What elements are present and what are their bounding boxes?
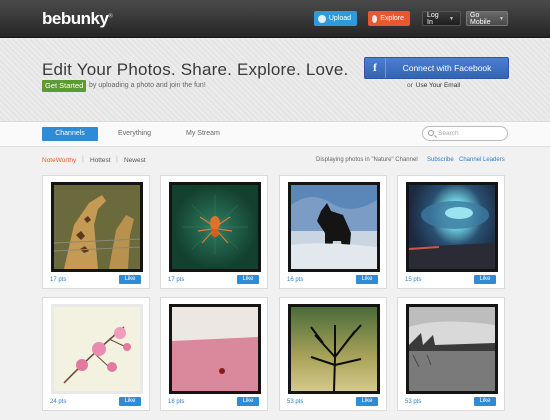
subscribe-link[interactable]: Subscribe xyxy=(427,157,454,163)
giraffe-photo[interactable] xyxy=(51,182,143,272)
filter-noteworthy[interactable]: NoteWorthy xyxy=(42,157,76,164)
beach-photo[interactable] xyxy=(169,304,261,394)
tab-everything[interactable]: Everything xyxy=(118,127,151,141)
points-label: 15 pts xyxy=(405,277,422,283)
upload-button[interactable]: Upload xyxy=(314,11,357,26)
photo-card[interactable]: 15 pts Like xyxy=(397,175,505,289)
photo-card[interactable]: 17 pts Like xyxy=(160,175,268,289)
points-label: 18 pts xyxy=(168,399,185,405)
get-started-badge[interactable]: Get Started xyxy=(42,80,87,92)
points-label: 53 pts xyxy=(405,399,422,405)
flower-photo[interactable] xyxy=(51,304,143,394)
divider: | xyxy=(116,156,118,163)
page-headline: Edit Your Photos. Share. Explore. Love. xyxy=(42,60,349,79)
compass-icon xyxy=(372,14,378,23)
upload-label: Upload xyxy=(328,15,351,22)
logo-text: bebunky xyxy=(42,9,109,28)
cloud-upload-icon xyxy=(318,14,326,23)
like-button[interactable]: Like xyxy=(237,275,259,284)
chevron-down-icon: ▼ xyxy=(499,15,504,22)
tab-channels[interactable]: Channels xyxy=(42,127,98,141)
login-label: Log In xyxy=(427,11,439,26)
photo-card[interactable]: 53 pts Like xyxy=(397,297,505,411)
like-button[interactable]: Like xyxy=(356,275,378,284)
like-button[interactable]: Like xyxy=(237,397,259,406)
points-label: 24 pts xyxy=(50,399,67,405)
like-button[interactable]: Like xyxy=(356,397,378,406)
photo-card[interactable]: 53 pts Like xyxy=(279,297,387,411)
lake-photo[interactable] xyxy=(406,304,498,394)
points-label: 17 pts xyxy=(168,277,185,283)
explore-button[interactable]: Explore xyxy=(368,11,410,26)
spider-photo[interactable] xyxy=(169,182,261,272)
connect-facebook-button[interactable]: f Connect with Facebook xyxy=(364,57,509,79)
points-label: 16 pts xyxy=(287,277,304,283)
facebook-icon: f xyxy=(365,58,386,78)
like-button[interactable]: Like xyxy=(119,397,141,406)
tree-photo[interactable] xyxy=(288,304,380,394)
connect-facebook-label: Connect with Facebook xyxy=(402,63,492,73)
photo-card[interactable]: 16 pts Like xyxy=(279,175,387,289)
filter-newest[interactable]: Newest xyxy=(124,157,146,164)
filter-hottest[interactable]: Hottest xyxy=(90,157,111,164)
wolf-photo[interactable] xyxy=(288,182,380,272)
go-mobile-label: Go Mobile xyxy=(470,11,491,26)
like-button[interactable]: Like xyxy=(119,275,141,284)
login-button[interactable]: Log In ▼ xyxy=(422,11,461,26)
go-mobile-button[interactable]: Go Mobile ▼ xyxy=(466,11,508,26)
photo-card[interactable]: 24 pts Like xyxy=(42,297,150,411)
photo-card[interactable]: 17 pts Like xyxy=(42,175,150,289)
top-bar: bebunky® Upload Explore Log In ▼ Go Mobi… xyxy=(0,0,550,38)
divider: | xyxy=(82,156,84,163)
get-started-text: by uploading a photo and join the fun! xyxy=(89,82,206,89)
sky-photo[interactable] xyxy=(406,182,498,272)
points-label: 17 pts xyxy=(50,277,67,283)
search-placeholder: Search xyxy=(438,130,459,137)
photo-card[interactable]: 18 pts Like xyxy=(160,297,268,411)
like-button[interactable]: Like xyxy=(474,397,496,406)
email-signup-line: or Use Your Email xyxy=(407,82,460,89)
use-email-link[interactable]: Use Your Email xyxy=(416,82,460,89)
explore-label: Explore xyxy=(380,15,404,22)
search-icon xyxy=(428,130,434,136)
logo[interactable]: bebunky® xyxy=(42,9,113,29)
channel-leaders-link[interactable]: Channel Leaders xyxy=(459,157,505,163)
like-button[interactable]: Like xyxy=(474,275,496,284)
chevron-down-icon: ▼ xyxy=(449,15,454,22)
points-label: 53 pts xyxy=(287,399,304,405)
search-input[interactable]: Search xyxy=(422,126,508,141)
channel-status-text: Displaying photos in "Nature" Channel xyxy=(316,157,418,163)
tab-my-stream[interactable]: My Stream xyxy=(186,127,220,141)
or-text: or xyxy=(407,82,413,89)
